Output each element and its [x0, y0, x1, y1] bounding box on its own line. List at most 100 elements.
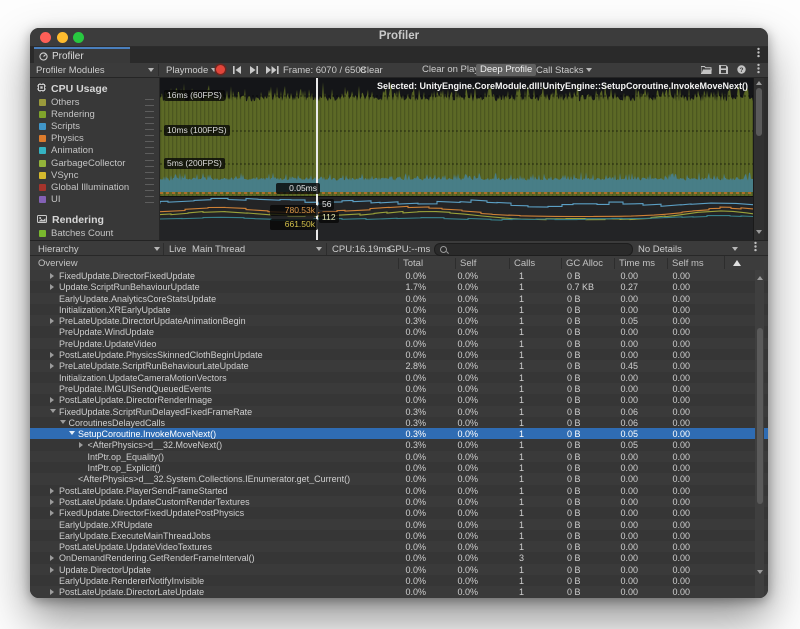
table-row[interactable]: FixedUpdate.DirectorFixedUpdate0.0%0.0%1…	[30, 270, 768, 281]
legend-item-others[interactable]: Others	[30, 96, 159, 108]
legend-item-ui[interactable]: UI	[30, 194, 159, 206]
toolbar-kebab-menu-icon[interactable]	[757, 67, 760, 70]
drag-handle-icon[interactable]	[145, 111, 154, 118]
clear-button[interactable]: Clear	[360, 65, 383, 76]
module-header-cpu-usage[interactable]: CPU Usage	[30, 81, 159, 96]
legend-item-batches-count[interactable]: Batches Count	[30, 228, 159, 240]
chart-region[interactable]: Selected: UnityEngine.CoreModule.dll!Uni…	[160, 78, 768, 240]
drag-handle-icon[interactable]	[145, 160, 154, 167]
view-mode-dropdown[interactable]: Hierarchy	[38, 244, 79, 255]
table-row[interactable]: IntPtr.op_Explicit()0.0%0.0%10 B0.000.00	[30, 462, 768, 473]
table-row[interactable]: Initialization.UpdateCameraMotionVectors…	[30, 372, 768, 383]
help-icon[interactable]: ?	[737, 65, 746, 77]
table-row[interactable]: <AfterPhysics>d__32.System.Collections.I…	[30, 473, 768, 484]
chevron-down-icon[interactable]	[154, 244, 160, 255]
record-button[interactable]	[216, 65, 225, 74]
expand-arrow-icon[interactable]	[50, 510, 54, 516]
column-overview[interactable]: Overview	[30, 258, 78, 269]
column-gc-alloc[interactable]: GC Alloc	[561, 258, 615, 269]
expand-arrow-icon[interactable]	[50, 589, 54, 595]
drag-handle-icon[interactable]	[145, 172, 154, 179]
table-row[interactable]: PostLateUpdate.PlayerSendFrameStarted0.0…	[30, 485, 768, 496]
legend-item-scripts[interactable]: Scripts	[30, 120, 159, 132]
drag-handle-icon[interactable]	[145, 147, 154, 154]
column-calls[interactable]: Calls	[509, 258, 562, 269]
expand-arrow-icon[interactable]	[50, 352, 54, 358]
load-profile-icon[interactable]	[701, 65, 712, 77]
table-row[interactable]: <AfterPhysics>d__32.MoveNext()0.3%0.0%10…	[30, 439, 768, 450]
collapse-arrow-icon[interactable]	[60, 420, 66, 424]
expand-arrow-icon[interactable]	[50, 318, 54, 324]
legend-item-vsync[interactable]: VSync	[30, 169, 159, 181]
drag-handle-icon[interactable]	[145, 184, 154, 191]
save-profile-icon[interactable]	[719, 65, 728, 77]
module-header-rendering[interactable]: Rendering	[30, 213, 159, 228]
table-scrollbar[interactable]	[755, 270, 764, 598]
table-row[interactable]: FixedUpdate.DirectorFixedUpdatePostPhysi…	[30, 507, 768, 518]
drag-handle-icon[interactable]	[145, 135, 154, 142]
table-row[interactable]: PreUpdate.WindUpdate0.0%0.0%10 B0.000.00	[30, 326, 768, 337]
table-row[interactable]: PreLateUpdate.DirectorUpdateAnimationBeg…	[30, 315, 768, 326]
previous-frame-button[interactable]	[232, 66, 242, 77]
table-row[interactable]: PostLateUpdate.DirectorLateUpdate0.0%0.0…	[30, 586, 768, 597]
collapse-arrow-icon[interactable]	[50, 409, 56, 413]
scroll-up-icon[interactable]	[756, 81, 762, 85]
live-toggle[interactable]: Live	[169, 244, 186, 255]
drag-handle-icon[interactable]	[145, 196, 154, 203]
legend-item-animation[interactable]: Animation	[30, 145, 159, 157]
tab-profiler[interactable]: Profiler	[34, 47, 130, 63]
column-total[interactable]: Total	[398, 258, 456, 269]
chart-scrollbar[interactable]	[753, 78, 764, 240]
table-row[interactable]: Initialization.XREarlyUpdate0.0%0.0%10 B…	[30, 304, 768, 315]
profiler-modules-dropdown[interactable]: Profiler Modules	[36, 65, 105, 76]
table-row[interactable]: PostLateUpdate.UpdateCustomRenderTexture…	[30, 496, 768, 507]
table-row[interactable]: PreLateUpdate.ScriptRunBehaviourLateUpda…	[30, 360, 768, 371]
table-row[interactable]: IntPtr.op_Equality()0.0%0.0%10 B0.000.00	[30, 451, 768, 462]
expand-arrow-icon[interactable]	[50, 363, 54, 369]
table-row[interactable]: EarlyUpdate.AnalyticsCoreStatsUpdate0.0%…	[30, 293, 768, 304]
next-frame-button[interactable]	[249, 66, 259, 77]
cpu-usage-chart[interactable]	[160, 78, 753, 196]
expand-arrow-icon[interactable]	[50, 397, 54, 403]
scroll-up-icon[interactable]	[757, 276, 763, 280]
table-row[interactable]: PreUpdate.IMGUISendQueuedEvents0.0%0.0%1…	[30, 383, 768, 394]
table-row[interactable]: PostLateUpdate.UpdateVideoTextures0.0%0.…	[30, 541, 768, 552]
details-dropdown[interactable]: No Details	[638, 244, 682, 255]
expand-arrow-icon[interactable]	[50, 555, 54, 561]
table-row[interactable]: PostLateUpdate.PhysicsSkinnedClothBeginU…	[30, 349, 768, 360]
chevron-down-icon[interactable]	[316, 244, 322, 255]
playmode-dropdown[interactable]: Playmode	[166, 65, 217, 76]
table-row[interactable]: EarlyUpdate.XRUpdate0.0%0.0%10 B0.000.00	[30, 519, 768, 530]
table-row[interactable]: PreUpdate.UpdateVideo0.0%0.0%10 B0.000.0…	[30, 338, 768, 349]
drag-handle-icon[interactable]	[145, 99, 154, 106]
column-self-ms[interactable]: Self ms	[667, 258, 725, 269]
search-input[interactable]	[449, 244, 628, 255]
table-row[interactable]: EarlyUpdate.ExecuteMainThreadJobs0.0%0.0…	[30, 530, 768, 541]
drag-handle-icon[interactable]	[145, 123, 154, 130]
expand-arrow-icon[interactable]	[50, 499, 54, 505]
scroll-down-icon[interactable]	[757, 570, 763, 574]
chevron-down-icon[interactable]	[148, 65, 154, 76]
chevron-down-icon[interactable]	[732, 244, 738, 255]
column-self[interactable]: Self	[455, 258, 510, 269]
table-row[interactable]: OnDemandRendering.GetRenderFrameInterval…	[30, 552, 768, 563]
table-scrollbar-thumb[interactable]	[757, 328, 763, 504]
current-frame-button[interactable]	[266, 66, 279, 77]
table-row[interactable]: Update.DirectorUpdate0.0%0.0%10 B0.000.0…	[30, 564, 768, 575]
expand-arrow-icon[interactable]	[50, 488, 54, 494]
table-row[interactable]: PostLateUpdate.DirectorRenderImage0.0%0.…	[30, 394, 768, 405]
legend-item-physics[interactable]: Physics	[30, 133, 159, 145]
table-row[interactable]: Update.ScriptRunBehaviourUpdate1.7%0.0%1…	[30, 281, 768, 292]
deep-profile-toggle[interactable]: Deep Profile	[476, 64, 536, 76]
expand-arrow-icon[interactable]	[79, 442, 83, 448]
thread-dropdown[interactable]: Main Thread	[192, 244, 245, 255]
column-time-ms[interactable]: Time ms	[614, 258, 668, 269]
rendering-chart[interactable]	[160, 196, 753, 240]
chart-scrollbar-thumb[interactable]	[756, 88, 762, 136]
scroll-down-icon[interactable]	[756, 230, 762, 234]
hierarchy-kebab-menu-icon[interactable]	[754, 245, 757, 248]
expand-arrow-icon[interactable]	[50, 284, 54, 290]
expand-arrow-icon[interactable]	[50, 273, 54, 279]
table-row[interactable]: EarlyUpdate.RendererNotifyInvisible0.0%0…	[30, 575, 768, 586]
table-row[interactable]: SetupCoroutine.InvokeMoveNext()0.3%0.0%1…	[30, 428, 768, 439]
